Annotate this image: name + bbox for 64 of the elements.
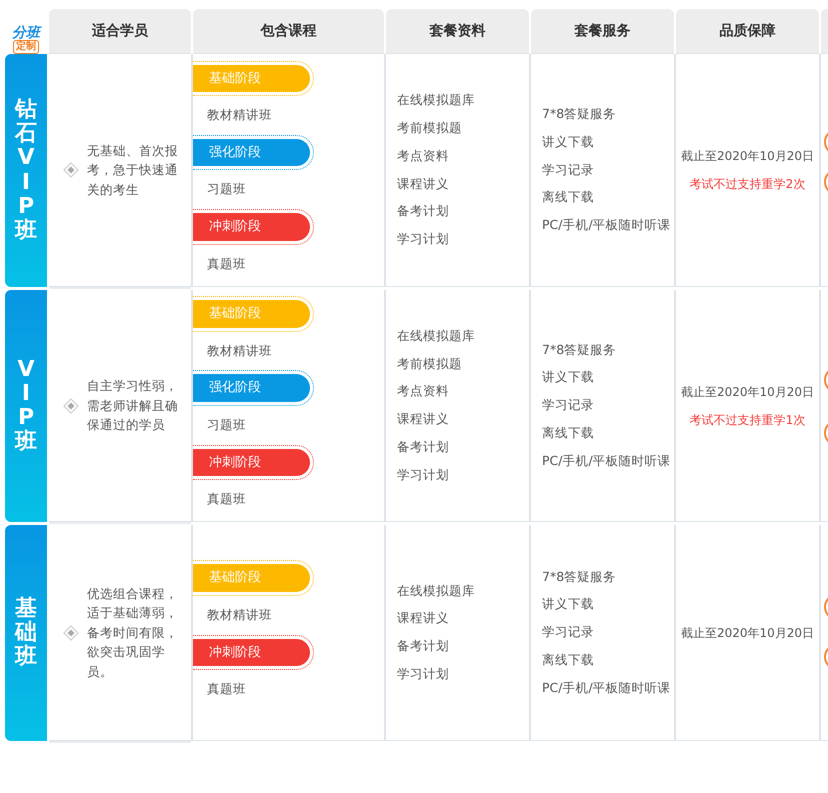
service-item: 离线下载 xyxy=(542,650,595,669)
row-title: 基础班 xyxy=(15,596,37,670)
service-item: 讲义下载 xyxy=(542,368,595,386)
course-name: 真题班 xyxy=(206,680,247,698)
material-item: 备考计划 xyxy=(397,438,450,456)
service-item: 7*8答疑服务 xyxy=(542,340,618,359)
deadline-text: 截止至2020年10月20日 xyxy=(680,148,814,165)
column-header: 适合学员 xyxy=(49,9,191,54)
stage-label: 基础阶段 xyxy=(193,60,314,96)
stage-label: 冲刺阶段 xyxy=(193,634,314,670)
service-item: 学习记录 xyxy=(542,160,595,179)
service-item: 离线下载 xyxy=(542,188,595,206)
service-item: 学习记录 xyxy=(542,396,595,414)
logo-title: 分班 xyxy=(12,26,40,40)
service-item: 7*8答疑服务 xyxy=(542,568,618,586)
retake-text: 考试不过支持重学2次 xyxy=(690,176,806,193)
column-header: 包含课程 xyxy=(193,9,384,54)
material-item: 课程讲义 xyxy=(397,609,450,628)
stage-label: 基础阶段 xyxy=(193,560,314,596)
material-item: 备考计划 xyxy=(397,637,450,655)
stage-label: 冲刺阶段 xyxy=(193,444,314,480)
material-item: 学习计划 xyxy=(397,466,450,484)
material-item: 在线模拟题库 xyxy=(397,326,476,345)
service-item: 7*8答疑服务 xyxy=(542,105,618,124)
stage-label: 强化阶段 xyxy=(193,134,314,170)
material-item: 在线模拟题库 xyxy=(397,91,476,110)
course-name: 教材精讲班 xyxy=(206,606,273,624)
row-title: 钻石VIP班 xyxy=(15,98,37,244)
service-item: PC/手机/平板随时听课 xyxy=(542,216,672,234)
material-item: 考点资料 xyxy=(397,146,450,165)
material-item: 在线模拟题库 xyxy=(397,582,476,600)
row-title: VIP班 xyxy=(15,358,37,454)
stage-label: 冲刺阶段 xyxy=(193,209,314,245)
retake-text: 考试不过支持重学1次 xyxy=(690,412,806,428)
material-item: 考前模拟题 xyxy=(397,119,463,137)
material-item: 学习计划 xyxy=(397,664,450,683)
material-item: 课程讲义 xyxy=(397,174,450,192)
column-header: 套餐服务 xyxy=(531,9,674,54)
material-item: 考前模拟题 xyxy=(397,354,463,372)
service-item: 讲义下载 xyxy=(542,132,595,151)
stage-label: 基础阶段 xyxy=(193,296,314,332)
deadline-text: 截止至2020年10月20日 xyxy=(680,624,814,642)
course-name: 习题班 xyxy=(206,180,247,198)
course-name: 真题班 xyxy=(206,254,247,273)
audience-text: 优选组合课程，适于基础薄弱，备考时间有限，欲突击巩固学员。 xyxy=(87,585,179,681)
service-item: PC/手机/平板随时听课 xyxy=(542,678,672,697)
service-item: 离线下载 xyxy=(542,424,595,442)
audience-text: 自主学习性弱，需老师讲解且确保通过的学员 xyxy=(87,377,179,434)
material-item: 学习计划 xyxy=(397,230,450,248)
course-name: 真题班 xyxy=(206,490,247,508)
audience-text: 无基础、首次报考，急于快速通关的考生 xyxy=(87,142,179,199)
stage-label: 强化阶段 xyxy=(193,370,314,406)
course-name: 教材精讲班 xyxy=(206,342,273,360)
service-item: 讲义下载 xyxy=(542,595,595,614)
material-item: 备考计划 xyxy=(397,202,450,220)
column-header: 套餐资料 xyxy=(386,9,529,54)
material-item: 课程讲义 xyxy=(397,410,450,428)
course-name: 教材精讲班 xyxy=(206,106,273,124)
service-item: PC/手机/平板随时听课 xyxy=(542,452,672,470)
service-item: 学习记录 xyxy=(542,623,595,642)
column-header: 品质保障 xyxy=(676,9,819,54)
material-item: 考点资料 xyxy=(397,382,450,400)
deadline-text: 截止至2020年10月20日 xyxy=(680,384,814,400)
course-name: 习题班 xyxy=(206,416,247,434)
